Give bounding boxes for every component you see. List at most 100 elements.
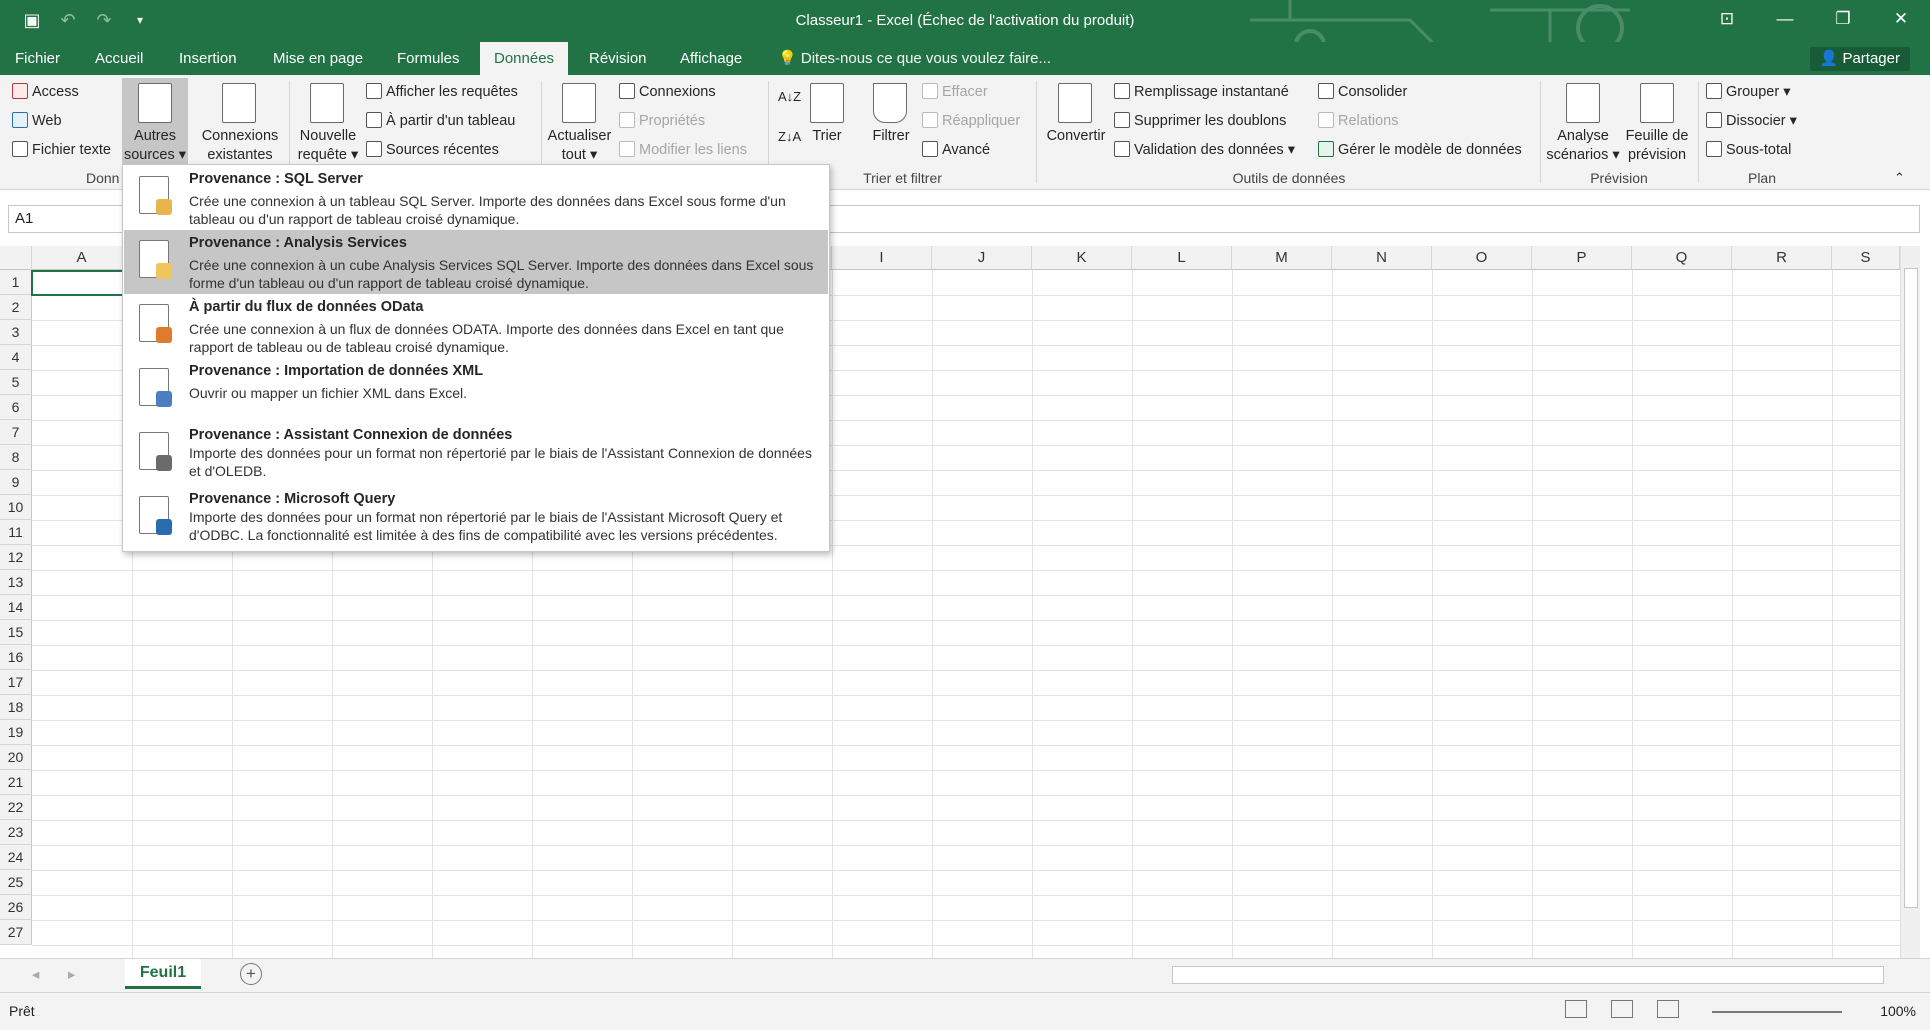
add-sheet-icon[interactable]: + xyxy=(240,963,262,985)
formula-input[interactable] xyxy=(820,205,1920,233)
row-header[interactable]: 20 xyxy=(0,745,32,770)
row-header[interactable]: 22 xyxy=(0,795,32,820)
scroll-thumb[interactable] xyxy=(1904,268,1918,908)
reapply-button[interactable]: Réappliquer xyxy=(922,111,1020,131)
existing-connections-button[interactable]: Connexions existantes xyxy=(195,127,285,165)
row-header[interactable]: 13 xyxy=(0,570,32,595)
advanced-button[interactable]: Avancé xyxy=(922,140,990,160)
column-header[interactable]: R xyxy=(1732,246,1832,270)
row-header[interactable]: 10 xyxy=(0,495,32,520)
relations-button[interactable]: Relations xyxy=(1318,111,1398,131)
share-button[interactable]: 👤 Partager xyxy=(1809,47,1910,71)
row-header[interactable]: 16 xyxy=(0,645,32,670)
row-header[interactable]: 26 xyxy=(0,895,32,920)
refresh-all-button[interactable]: Actualiser tout ▾ xyxy=(542,127,617,165)
data-validation-button[interactable]: Validation des données ▾ xyxy=(1114,140,1295,160)
column-header[interactable]: O xyxy=(1432,246,1532,270)
menu-item-sql-server[interactable]: Provenance : SQL Server Crée une connexi… xyxy=(124,166,828,230)
row-header[interactable]: 18 xyxy=(0,695,32,720)
ribbon-display-icon[interactable]: ⊡ xyxy=(1698,0,1756,40)
zoom-slider[interactable] xyxy=(1712,1011,1842,1013)
prev-sheet-icon[interactable]: ◂ xyxy=(32,965,39,985)
properties-button[interactable]: Propriétés xyxy=(619,111,705,131)
remove-duplicates-button[interactable]: Supprimer les doublons xyxy=(1114,111,1286,131)
sheet-tab[interactable]: Feuil1 xyxy=(125,959,201,989)
tab-donnees[interactable]: Données xyxy=(480,42,569,75)
column-header[interactable]: N xyxy=(1332,246,1432,270)
name-box[interactable]: A1 xyxy=(8,205,126,233)
access-button[interactable]: Access xyxy=(12,82,79,102)
filter-button[interactable]: Filtrer xyxy=(866,127,916,146)
tab-accueil[interactable]: Accueil xyxy=(81,42,157,75)
minimize-icon[interactable]: — xyxy=(1756,0,1814,40)
group-button[interactable]: Grouper ▾ xyxy=(1706,82,1791,102)
sort-za-icon[interactable]: Z↓A xyxy=(778,127,801,147)
edit-links-button[interactable]: Modifier les liens xyxy=(619,140,747,160)
normal-view-icon[interactable] xyxy=(1565,1000,1587,1018)
close-icon[interactable]: ✕ xyxy=(1872,0,1930,40)
row-header[interactable]: 24 xyxy=(0,845,32,870)
flash-fill-button[interactable]: Remplissage instantané xyxy=(1114,82,1289,102)
select-all-corner[interactable] xyxy=(0,246,32,270)
row-header[interactable]: 3 xyxy=(0,320,32,345)
tab-revision[interactable]: Révision xyxy=(575,42,661,75)
tab-affichage[interactable]: Affichage xyxy=(666,42,756,75)
row-header[interactable]: 6 xyxy=(0,395,32,420)
row-header[interactable]: 8 xyxy=(0,445,32,470)
row-header[interactable]: 12 xyxy=(0,545,32,570)
connections-button[interactable]: Connexions xyxy=(619,82,716,102)
menu-item-analysis-services[interactable]: Provenance : Analysis Services Crée une … xyxy=(124,230,828,294)
row-header[interactable]: 5 xyxy=(0,370,32,395)
sort-az-icon[interactable]: A↓Z xyxy=(778,87,801,107)
column-header[interactable]: K xyxy=(1032,246,1132,270)
recent-sources-button[interactable]: Sources récentes xyxy=(366,140,499,160)
ungroup-button[interactable]: Dissocier ▾ xyxy=(1706,111,1797,131)
new-query-button[interactable]: Nouvelle requête ▾ xyxy=(293,127,363,165)
manage-data-model-button[interactable]: Gérer le modèle de données xyxy=(1318,140,1522,160)
what-if-analysis-button[interactable]: Analyse scénarios ▾ xyxy=(1544,127,1622,165)
menu-item-data-connection-wizard[interactable]: Provenance : Assistant Connexion de donn… xyxy=(124,422,828,486)
from-table-button[interactable]: À partir d'un tableau xyxy=(366,111,515,131)
column-header[interactable]: A xyxy=(32,246,132,270)
column-header[interactable]: J xyxy=(932,246,1032,270)
column-header[interactable]: Q xyxy=(1632,246,1732,270)
forecast-sheet-button[interactable]: Feuille de prévision xyxy=(1620,127,1694,165)
vertical-scrollbar[interactable] xyxy=(1900,246,1920,958)
menu-item-microsoft-query[interactable]: Provenance : Microsoft Query Importe des… xyxy=(124,486,828,550)
page-layout-view-icon[interactable] xyxy=(1611,1000,1633,1018)
row-header[interactable]: 23 xyxy=(0,820,32,845)
tab-mise-en-page[interactable]: Mise en page xyxy=(259,42,377,75)
page-break-view-icon[interactable] xyxy=(1657,1000,1679,1018)
column-header[interactable]: S xyxy=(1832,246,1900,270)
consolidate-button[interactable]: Consolider xyxy=(1318,82,1407,102)
row-header[interactable]: 27 xyxy=(0,920,32,945)
row-header[interactable]: 14 xyxy=(0,595,32,620)
tell-me-search[interactable]: 💡 Dites-nous ce que vous voulez faire... xyxy=(778,42,1051,75)
menu-item-xml-import[interactable]: Provenance : Importation de données XML … xyxy=(124,358,828,422)
zoom-level[interactable]: 100% xyxy=(1880,1003,1916,1019)
row-header[interactable]: 11 xyxy=(0,520,32,545)
sort-button[interactable]: Trier xyxy=(806,127,848,146)
web-button[interactable]: Web xyxy=(12,111,62,131)
row-header[interactable]: 17 xyxy=(0,670,32,695)
row-header[interactable]: 4 xyxy=(0,345,32,370)
clear-button[interactable]: Effacer xyxy=(922,82,988,102)
column-header[interactable]: L xyxy=(1132,246,1232,270)
column-header[interactable]: M xyxy=(1232,246,1332,270)
row-header[interactable]: 21 xyxy=(0,770,32,795)
column-header[interactable]: P xyxy=(1532,246,1632,270)
menu-item-odata[interactable]: À partir du flux de données OData Crée u… xyxy=(124,294,828,358)
row-header[interactable]: 1 xyxy=(0,270,32,295)
show-queries-button[interactable]: Afficher les requêtes xyxy=(366,82,518,102)
row-header[interactable]: 15 xyxy=(0,620,32,645)
tab-formules[interactable]: Formules xyxy=(383,42,474,75)
next-sheet-icon[interactable]: ▸ xyxy=(68,965,75,985)
horizontal-scrollbar[interactable] xyxy=(1172,966,1884,984)
row-header[interactable]: 9 xyxy=(0,470,32,495)
tab-insertion[interactable]: Insertion xyxy=(165,42,251,75)
row-header[interactable]: 2 xyxy=(0,295,32,320)
column-header[interactable]: I xyxy=(832,246,932,270)
text-file-button[interactable]: Fichier texte xyxy=(12,140,111,160)
row-header[interactable]: 7 xyxy=(0,420,32,445)
row-header[interactable]: 25 xyxy=(0,870,32,895)
